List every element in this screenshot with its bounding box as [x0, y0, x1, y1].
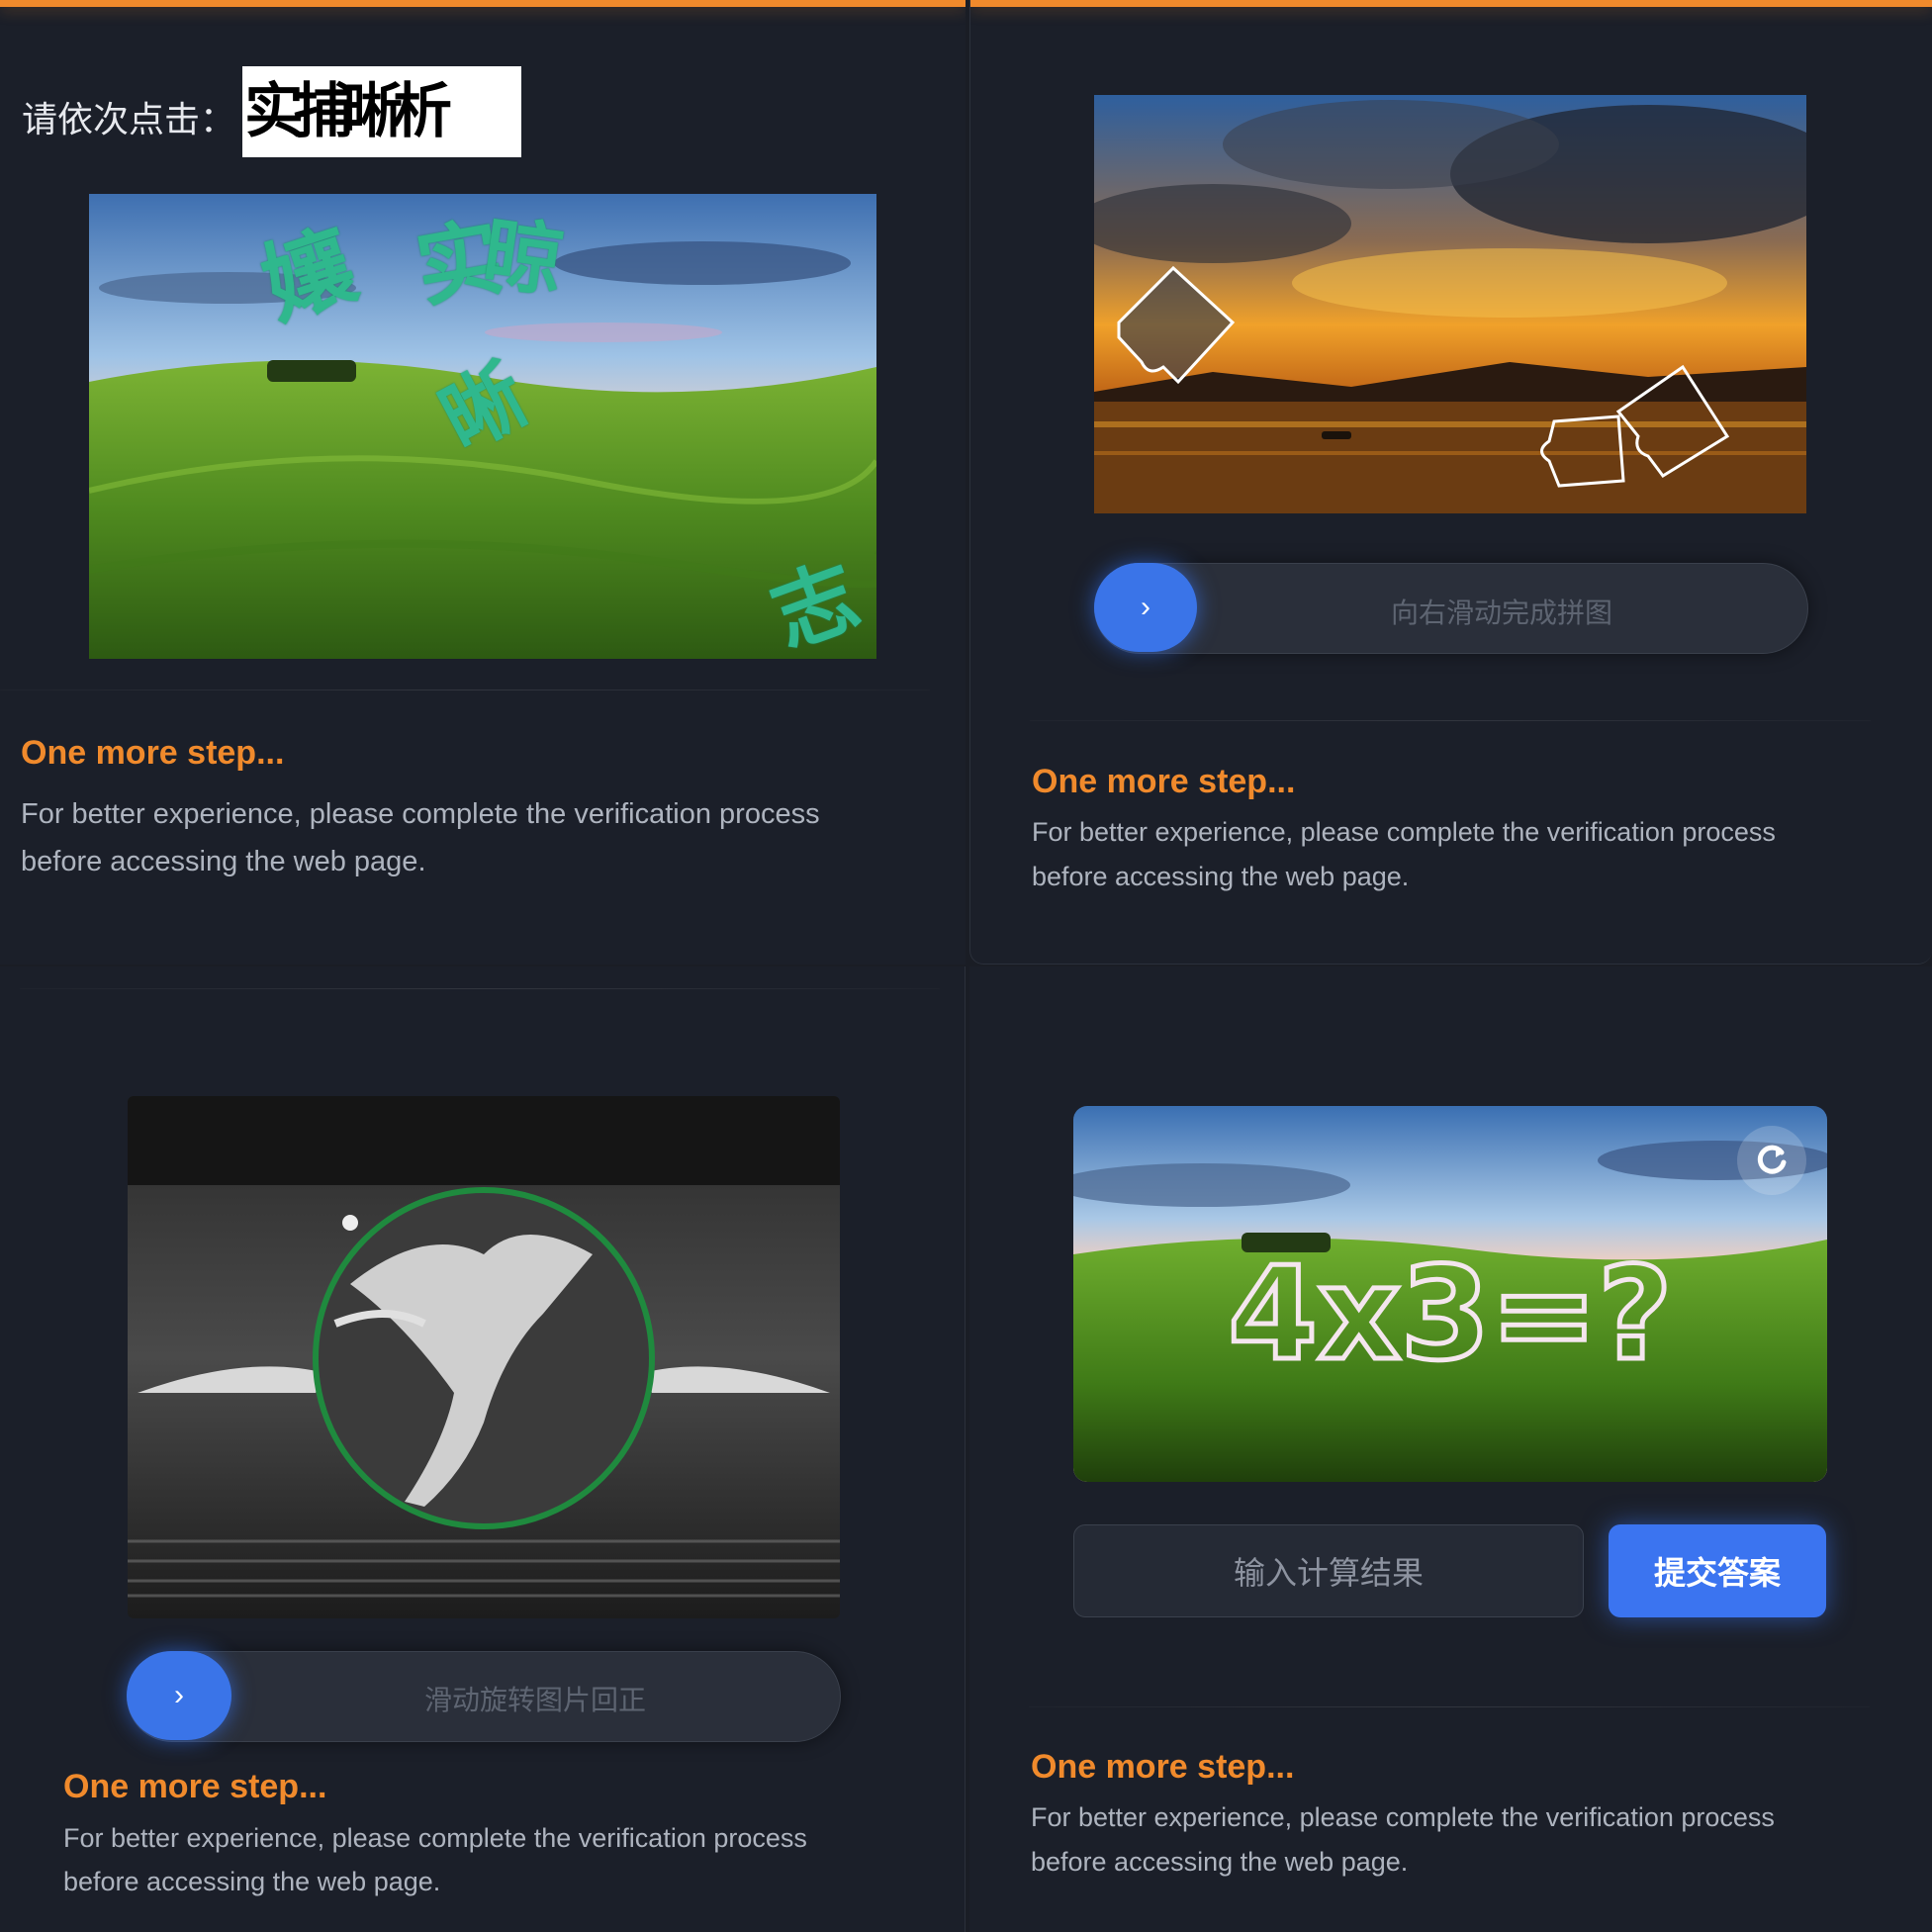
notice-line-1: For better experience, please complete t…: [21, 798, 820, 830]
notice-line-1: For better experience, please complete t…: [1031, 1802, 1775, 1832]
chevron-right-icon: ›: [174, 1679, 184, 1711]
click-prompt-label: 请依次点击：: [22, 100, 236, 140]
notice-line-2: before accessing the web page.: [21, 846, 426, 877]
math-captcha-panel: 4x3=? 输入计算结果 提交答案 One more step... For b…: [969, 966, 1932, 1932]
click-captcha-image[interactable]: 孃 实 晾 晰 志: [89, 194, 876, 659]
chevron-right-icon: ›: [1141, 591, 1150, 623]
submit-button[interactable]: 提交答案: [1609, 1524, 1826, 1617]
math-expression: 4x3=?: [1228, 1239, 1672, 1389]
notice-title: One more step...: [21, 734, 285, 772]
notice-description: For better experience, please complete t…: [1031, 1795, 1775, 1885]
notice-line-2: before accessing the web page.: [63, 1867, 441, 1896]
notice-description: For better experience, please complete t…: [1032, 810, 1776, 899]
slider-knob[interactable]: ›: [1094, 563, 1197, 652]
puzzle-image: [1094, 95, 1806, 513]
grassland-background: 4x3=?: [1073, 1106, 1827, 1482]
rotate-captcha-panel: › 滑动旋转图片回正 One more step... For better e…: [0, 966, 966, 1932]
notice-line-1: For better experience, please complete t…: [1032, 817, 1776, 847]
notice-line-2: before accessing the web page.: [1031, 1847, 1409, 1877]
sunset-background: [1094, 95, 1806, 513]
notice-line-1: For better experience, please complete t…: [63, 1823, 807, 1853]
notice-title: One more step...: [1032, 763, 1296, 800]
rotating-disc: [313, 1187, 655, 1529]
section-divider: [1029, 1706, 1870, 1707]
captcha-char[interactable]: 晾: [477, 194, 571, 314]
accent-top-bar: [970, 0, 1932, 7]
section-divider: [20, 988, 940, 989]
notice-description: For better experience, please complete t…: [63, 1816, 807, 1903]
slide-puzzle-panel: › 向右滑动完成拼图 One more step... For better e…: [969, 0, 1932, 965]
math-captcha-image: 4x3=?: [1073, 1106, 1827, 1482]
refresh-button[interactable]: [1737, 1126, 1806, 1195]
answer-input[interactable]: 输入计算结果: [1073, 1524, 1584, 1617]
swan-background: [128, 1096, 840, 1618]
section-divider: [1030, 720, 1871, 721]
notice-title: One more step...: [63, 1768, 327, 1805]
rotate-image: [128, 1096, 840, 1618]
refresh-icon: [1757, 1145, 1787, 1174]
notice-line-2: before accessing the web page.: [1032, 862, 1410, 891]
click-captcha-panel: 请依次点击： 实捕晰析 孃 实 晾 晰 志 One more step... F…: [0, 0, 966, 965]
target-characters-image: 实捕晰析: [242, 66, 521, 157]
slider-knob[interactable]: ›: [127, 1651, 231, 1740]
notice-description: For better experience, please complete t…: [21, 790, 820, 885]
accent-top-bar: [0, 0, 966, 7]
slider-hint: 滑动旋转图片回正: [423, 1684, 646, 1716]
notice-title: One more step...: [1031, 1748, 1295, 1786]
slider-hint: 向右滑动完成拼图: [1390, 597, 1612, 629]
